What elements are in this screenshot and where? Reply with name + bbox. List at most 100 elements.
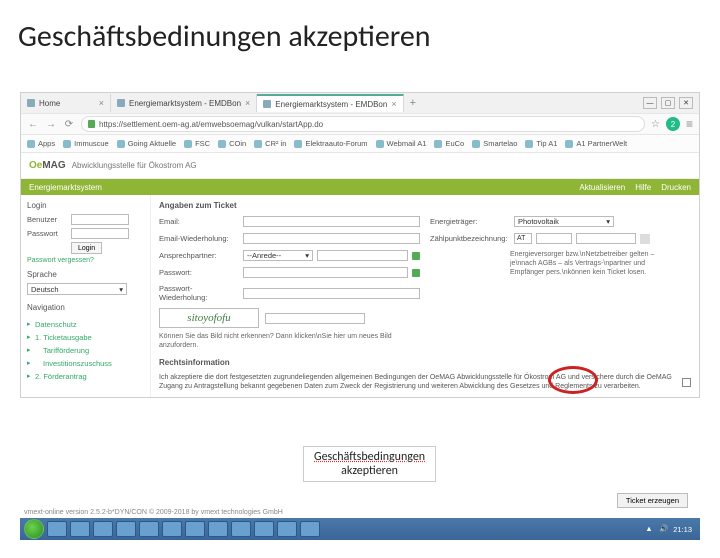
- forgot-password-link[interactable]: Passwort vergessen?: [27, 257, 144, 264]
- forward-button[interactable]: →: [45, 118, 57, 130]
- taskbar-item[interactable]: [231, 521, 251, 537]
- bookmark-icon: [184, 140, 192, 148]
- bookmark-label: Tip A1: [536, 139, 557, 148]
- bookmark-item[interactable]: Webmail A1: [376, 139, 427, 148]
- annotation-callout: Geschäftsbedingungen akzeptieren: [303, 446, 436, 482]
- taskbar-item[interactable]: [47, 521, 67, 537]
- new-tab-button[interactable]: +: [404, 97, 422, 109]
- bookmark-item[interactable]: Elektraauto-Forum: [294, 139, 367, 148]
- bookmark-item[interactable]: Immuscue: [63, 139, 109, 148]
- tab-emd1[interactable]: Energiemarktsystem - EMDBon×: [111, 94, 257, 112]
- bookmark-icon: [565, 140, 573, 148]
- tab-home[interactable]: Home×: [21, 94, 111, 112]
- input-zp-2[interactable]: [576, 233, 636, 244]
- bookmark-star-icon[interactable]: ☆: [651, 119, 660, 130]
- annotation-line1: Geschäftsbedingungen: [314, 450, 425, 464]
- start-button[interactable]: [24, 519, 44, 539]
- select-energietraeger[interactable]: Photovoltaik▾: [514, 216, 614, 227]
- close-icon[interactable]: ×: [99, 98, 104, 108]
- chevron-down-icon: ▾: [305, 251, 309, 260]
- taskbar-item[interactable]: [277, 521, 297, 537]
- content-area: Login Benutzer Passwort Login Passwort v…: [21, 195, 699, 397]
- tab-strip: Home× Energiemarktsystem - EMDBon× Energ…: [21, 93, 699, 113]
- input-zp-prefix[interactable]: AT: [514, 233, 532, 244]
- sidebar-item-invest[interactable]: Investitionszuschuss: [27, 357, 144, 370]
- select-anrede[interactable]: --Anrede--▾: [243, 250, 313, 261]
- bookmark-label: FSC: [195, 139, 210, 148]
- calendar-icon[interactable]: [640, 234, 650, 244]
- bookmark-label: Apps: [38, 139, 55, 148]
- bookmark-item[interactable]: CR² in: [254, 139, 286, 148]
- bookmark-item[interactable]: Smartelao: [472, 139, 517, 148]
- bookmark-label: A1 PartnerWelt: [576, 139, 627, 148]
- oemag-logo: OeMAG: [29, 160, 66, 171]
- bookmark-item[interactable]: EuCo: [434, 139, 464, 148]
- close-icon[interactable]: ×: [391, 99, 396, 109]
- login-button[interactable]: Login: [71, 242, 102, 254]
- form-title: Angaben zum Ticket: [159, 201, 691, 210]
- input-email-conf[interactable]: [243, 233, 420, 244]
- window-close-button[interactable]: ✕: [679, 97, 693, 109]
- label-ansprech: Ansprechpartner:: [159, 251, 239, 260]
- navbar-title: Energiemarktsystem: [29, 183, 102, 192]
- bookmark-item[interactable]: A1 PartnerWelt: [565, 139, 627, 148]
- language-select[interactable]: Deutsch▾: [27, 283, 127, 295]
- window-max-button[interactable]: ▢: [661, 97, 675, 109]
- input-zp-1[interactable]: [536, 233, 572, 244]
- bookmark-icon: [218, 140, 226, 148]
- sidebar-item-data[interactable]: Datenschutz: [27, 318, 144, 331]
- hint-netzbetreiber: Energieversorger bzw.\nNetzbetreiber gel…: [510, 250, 660, 277]
- input-ticket-pass-conf[interactable]: [243, 288, 420, 299]
- input-email[interactable]: [243, 216, 420, 227]
- reload-button[interactable]: ⟳: [63, 118, 75, 130]
- bookmark-item[interactable]: COin: [218, 139, 246, 148]
- taskbar-item[interactable]: [254, 521, 274, 537]
- create-ticket-button[interactable]: Ticket erzeugen: [617, 493, 688, 508]
- taskbar-item[interactable]: [162, 521, 182, 537]
- tray-icon[interactable]: 🔊: [659, 524, 669, 534]
- url-input[interactable]: https://settlement.oem-ag.at/emwebsoemag…: [81, 116, 645, 132]
- link-help[interactable]: Hilfe: [635, 183, 651, 192]
- bookmark-icon: [294, 140, 302, 148]
- taskbar-item[interactable]: [93, 521, 113, 537]
- bookmark-item[interactable]: Going Aktuelle: [117, 139, 176, 148]
- extension-icon[interactable]: 2: [666, 117, 680, 131]
- input-pass[interactable]: [71, 228, 129, 239]
- taskbar-item[interactable]: [300, 521, 320, 537]
- checkbox-accept-terms[interactable]: [682, 378, 691, 387]
- link-print[interactable]: Drucken: [661, 183, 691, 192]
- url-text: https://settlement.oem-ag.at/emwebsoemag…: [99, 120, 323, 129]
- link-refresh[interactable]: Aktualisieren: [579, 183, 625, 192]
- close-icon[interactable]: ×: [245, 98, 250, 108]
- input-ticket-pass[interactable]: [243, 267, 408, 278]
- bookmark-label: Going Aktuelle: [128, 139, 176, 148]
- clock[interactable]: 21:13: [673, 525, 692, 534]
- bookmark-item[interactable]: Tip A1: [525, 139, 557, 148]
- menu-icon[interactable]: ≡: [686, 117, 693, 131]
- captcha-help-text[interactable]: Können Sie das Bild nicht erkennen? Dann…: [159, 332, 420, 350]
- taskbar-item[interactable]: [208, 521, 228, 537]
- taskbar-item[interactable]: [185, 521, 205, 537]
- favicon: [263, 100, 271, 108]
- sidebar-item-antrag[interactable]: 2. Förderantrag: [27, 370, 144, 383]
- sidebar-item-tarif[interactable]: Tarifförderung: [27, 344, 144, 357]
- sidebar-item-ticket[interactable]: 1. Ticketausgabe: [27, 331, 144, 344]
- bookmark-item[interactable]: FSC: [184, 139, 210, 148]
- taskbar-item[interactable]: [116, 521, 136, 537]
- address-bar: ← → ⟳ https://settlement.oem-ag.at/emweb…: [21, 113, 699, 135]
- bookmark-apps[interactable]: Apps: [27, 139, 55, 148]
- page-header: OeMAG Abwicklungsstelle für Ökostrom AG: [21, 153, 699, 179]
- window-min-button[interactable]: —: [643, 97, 657, 109]
- input-user[interactable]: [71, 214, 129, 225]
- input-ansprech[interactable]: [317, 250, 408, 261]
- chevron-down-icon: ▾: [606, 217, 610, 226]
- tab-emd2-active[interactable]: Energiemarktsystem - EMDBon×: [257, 94, 403, 112]
- label-language: Sprache: [27, 270, 144, 279]
- back-button[interactable]: ←: [27, 118, 39, 130]
- legal-heading: Rechtsinformation: [159, 358, 691, 367]
- input-captcha[interactable]: [265, 313, 365, 324]
- taskbar-item[interactable]: [139, 521, 159, 537]
- favicon: [27, 99, 35, 107]
- taskbar-item[interactable]: [70, 521, 90, 537]
- tray-icon[interactable]: ▲: [645, 524, 655, 534]
